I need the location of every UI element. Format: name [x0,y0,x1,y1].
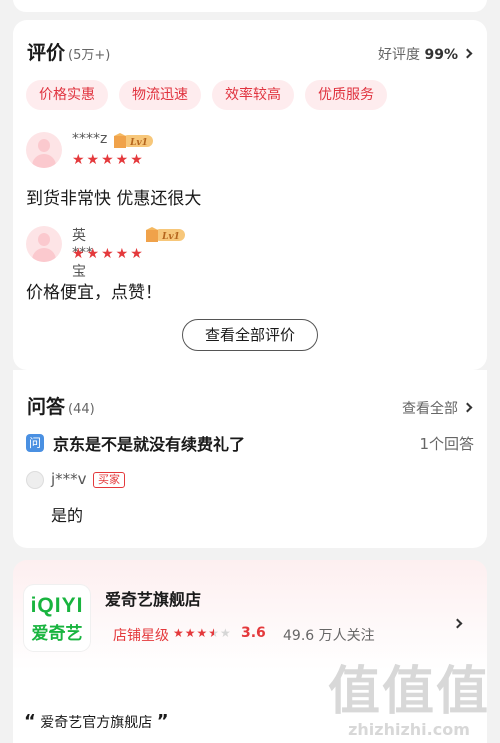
store-slogan: “ 爱奇艺官方旗舰店 ” [24,711,169,732]
review-username: ****z [72,131,108,147]
rating-summary-link[interactable]: 好评度 99% [378,44,473,64]
logo-text-cn: 爱奇艺 [31,624,83,644]
buyer-badge: 买家 [93,472,125,488]
level-badge-icon: Lv1 [114,133,153,148]
qa-view-all-link[interactable]: 查看全部 [402,398,473,418]
rating-stars: ★★★★★ [72,152,145,168]
store-score: 3.6 [241,625,266,641]
logo-text: iQIYI [30,594,84,617]
review-tag[interactable]: 物流迅速 [119,80,201,110]
watermark-logo: 值值值 [327,662,490,722]
chevron-right-icon [452,618,463,629]
rating-stars: ★★★★★ [72,246,145,262]
quote-open-icon: “ [24,711,36,732]
question-text[interactable]: 京东是不是就没有续费礼了 [53,431,245,455]
reviews-title[interactable]: 评价 (5万+) [27,38,110,65]
svg-text:Lv1: Lv1 [129,138,148,148]
qa-count: (44) [68,402,95,417]
review-tag[interactable]: 效率较高 [212,80,294,110]
qa-view-all-label: 查看全部 [402,401,458,417]
level-badge-icon: Lv1 [146,227,185,242]
rating-label: 好评度 [378,47,421,63]
store-rating-stars: ★★★★★ [173,626,232,640]
svg-text:Lv1: Lv1 [161,232,180,242]
rating-value: 99% [424,47,458,63]
store-enter-button[interactable] [448,614,463,633]
avatar [26,226,62,262]
answer-count[interactable]: 1个回答 [419,433,474,454]
review-tag[interactable]: 优质服务 [305,80,387,110]
answer-avatar [26,471,44,489]
store-rating-label: 店铺星级 [113,628,169,644]
answer-text: 是的 [51,506,84,525]
reviews-count: (5万+) [68,48,111,63]
question-icon: 问 [26,434,44,452]
qa-title[interactable]: 问答 (44) [27,392,95,419]
store-slogan-text: 爱奇艺官方旗舰店 [40,715,153,731]
reviews-title-text: 评价 [27,42,66,64]
watermark: 值值值 zhizhizhi.com [328,664,490,739]
avatar [26,132,62,168]
watermark-url: zhizhizhi.com [348,720,470,739]
quote-close-icon: ” [156,711,169,732]
store-logo: iQIYI 爱奇艺 [24,585,90,651]
review-tags: 价格实惠 物流迅速 效率较高 优质服务 [26,80,387,110]
view-all-reviews-button[interactable]: 查看全部评价 [182,319,318,351]
review-tag[interactable]: 价格实惠 [26,80,108,110]
review-text[interactable]: 价格便宜，点赞！ [26,278,162,303]
review-text[interactable]: 到货非常快 优惠还很大 [26,184,201,209]
chevron-right-icon [462,48,473,59]
qa-title-text: 问答 [27,396,66,418]
store-name[interactable]: 爱奇艺旗舰店 [105,586,201,610]
qa-card: 问答 (44) 查看全部 问 京东是不是就没有续费礼了 1个回答 j***v 买家… [13,370,487,548]
store-followers: 49.6 万人关注 [283,628,375,644]
reviews-card: 评价 (5万+) 好评度 99% 价格实惠 物流迅速 效率较高 优质服务 ****… [13,20,487,370]
answer-username: j***v [51,470,87,488]
previous-card [13,0,487,12]
chevron-right-icon [462,402,473,413]
